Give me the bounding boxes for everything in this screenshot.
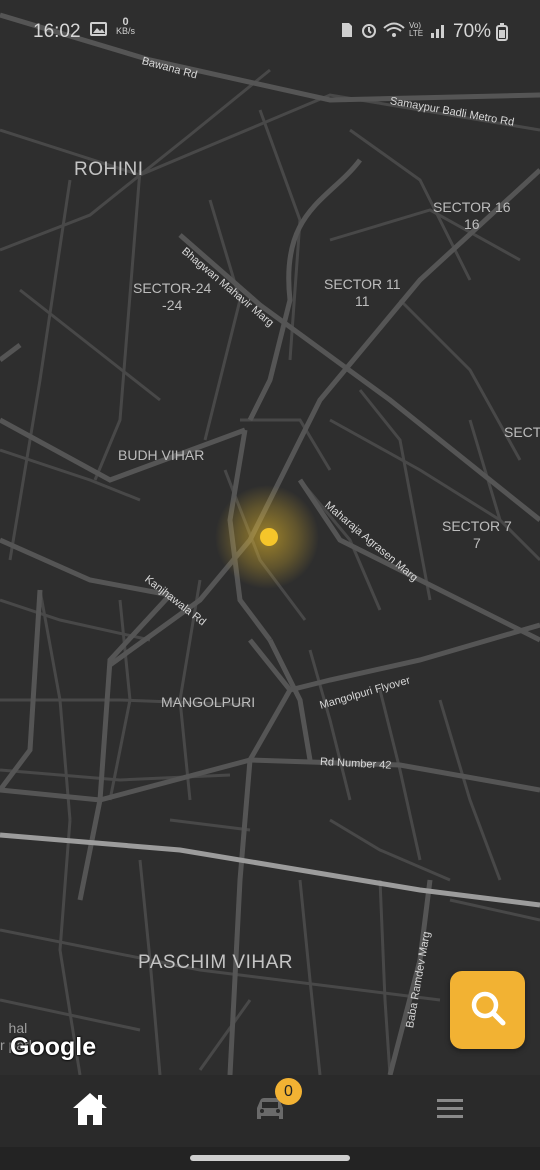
gallery-notification-icon (90, 20, 108, 43)
battery-icon (496, 23, 508, 46)
nav-home[interactable] (65, 1091, 115, 1131)
alarm-icon (360, 21, 378, 44)
area-label-sector-7: SECTOR 7 7 (442, 518, 512, 551)
area-label-mangolpuri: MANGOLPURI (161, 694, 256, 710)
home-gesture-indicator[interactable] (190, 1155, 350, 1161)
search-button[interactable] (450, 971, 525, 1049)
home-icon (71, 1091, 109, 1132)
hamburger-menu-icon (436, 1098, 464, 1125)
rides-count-badge: 0 (275, 1078, 302, 1105)
area-label-sector-24: SECTOR-24 -24 (133, 280, 212, 313)
current-location-marker (260, 528, 278, 546)
area-label-sector-partial: SECTO (504, 424, 540, 440)
network-type: Vo) LTE (409, 21, 424, 38)
search-icon (468, 988, 508, 1033)
signal-icon (430, 21, 448, 44)
area-label-budh-vihar: BUDH VIHAR (118, 447, 205, 463)
area-label-rohini: ROHINI (74, 159, 144, 180)
network-speed: 0 KB/s (116, 17, 136, 36)
status-bar: 16:02 0 KB/s Vo) LTE 70% (0, 0, 540, 62)
sim-icon (340, 22, 354, 43)
bottom-navigation (0, 1075, 540, 1147)
nav-menu[interactable] (425, 1091, 475, 1131)
area-label-paschim-vihar: PASCHIM VIHAR (138, 952, 294, 973)
status-time: 16:02 (33, 21, 81, 42)
battery-percent: 70% (453, 21, 492, 42)
network-speed-unit: KB/s (116, 26, 136, 36)
area-label-sector-16: SECTOR 16 16 (433, 199, 511, 232)
map-view[interactable]: ROHINI SECTOR-24 -24 SECTOR 11 11 SECTOR… (0, 0, 540, 1075)
google-logo: Google (10, 1033, 97, 1061)
wifi-icon (383, 21, 405, 44)
area-label-sector-11: SECTOR 11 11 (324, 276, 401, 309)
